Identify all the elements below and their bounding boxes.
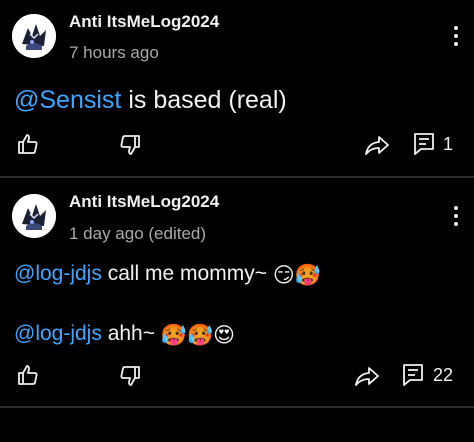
avatar[interactable] (12, 194, 56, 238)
reply-button[interactable] (401, 362, 425, 388)
mention-link[interactable]: @log-jdjs (14, 262, 102, 285)
share-button[interactable] (364, 133, 390, 157)
like-button[interactable] (16, 363, 40, 387)
thumbs-up-icon (18, 365, 38, 385)
reply-comment-icon (414, 133, 434, 155)
comment-text-line: @log-jdjs ahh~ 🥵🥵😍 (14, 322, 235, 348)
dislike-button[interactable] (118, 133, 142, 157)
mention-link[interactable]: @Sensist (14, 86, 121, 114)
mention-link[interactable]: @log-jdjs (14, 322, 102, 345)
avatar[interactable] (12, 14, 56, 58)
divider (0, 406, 474, 408)
emoji-group: 😏🥵 (272, 264, 321, 287)
comment-text-content: is based (real) (121, 86, 287, 114)
divider (0, 176, 474, 178)
comment-text-content: call me mommy~ (101, 262, 273, 285)
comment-item: Anti ItsMeLog2024 7 hours ago @Sensist i… (0, 0, 474, 176)
comment-text-line: @log-jdjs call me mommy~ 😏🥵 (14, 262, 321, 288)
comment-item: Anti ItsMeLog2024 1 day ago (edited) @lo… (0, 180, 474, 408)
more-options-icon[interactable] (448, 204, 464, 232)
comment-author[interactable]: Anti ItsMeLog2024 (69, 192, 219, 212)
avatar-image (12, 14, 56, 58)
avatar-image (12, 194, 56, 238)
reply-button[interactable] (412, 131, 436, 157)
share-button[interactable] (354, 364, 380, 388)
more-options-icon[interactable] (448, 24, 464, 52)
comment-timestamp: 7 hours ago (69, 43, 159, 62)
emoji-group: 🥵🥵😍 (160, 324, 236, 347)
thumbs-down-icon (120, 135, 140, 155)
comment-text-content: ahh~ (101, 322, 161, 345)
dislike-button[interactable] (118, 364, 142, 388)
reply-comment-icon (403, 364, 423, 386)
comment-text: @Sensist is based (real) (14, 86, 287, 115)
comment-timestamp: 1 day ago (edited) (69, 224, 207, 243)
like-button[interactable] (16, 132, 40, 156)
share-icon (355, 367, 379, 386)
thumbs-up-icon (18, 134, 38, 154)
reply-count: 22 (433, 365, 454, 385)
comment-author[interactable]: Anti ItsMeLog2024 (69, 12, 219, 32)
share-icon (365, 136, 389, 155)
thumbs-down-icon (120, 366, 140, 386)
reply-count: 1 (443, 134, 454, 154)
